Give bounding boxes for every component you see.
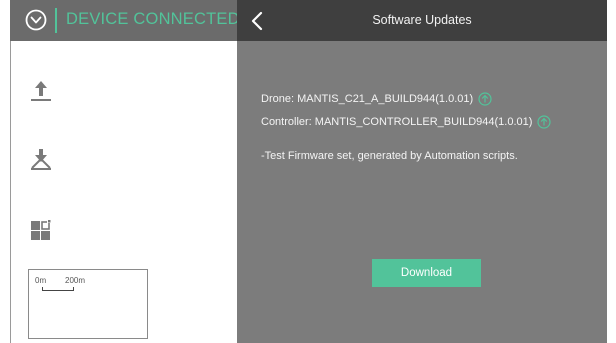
connection-status-text: DEVICE CONNECTED — [66, 10, 240, 28]
app-frame: DEVICE CONNECTED Software Updates 0m 200… — [10, 0, 607, 343]
scale-start-label: 0m — [35, 276, 47, 285]
scale-end-label: 200m — [65, 276, 86, 285]
apps-grid-icon[interactable] — [30, 218, 52, 242]
takeoff-icon[interactable] — [30, 79, 52, 103]
map-minimap[interactable]: 0m 200m — [28, 269, 148, 339]
status-bar: DEVICE CONNECTED — [10, 0, 240, 41]
scale-bar — [42, 287, 74, 291]
status-divider — [55, 8, 57, 33]
page-title: Software Updates — [372, 13, 472, 27]
drone-update-row: Drone: MANTIS_C21_A_BUILD944(1.0.01) — [261, 92, 492, 106]
controller-update-row: Controller: MANTIS_CONTROLLER_BUILD944(1… — [261, 115, 552, 129]
drone-version-text: Drone: MANTIS_C21_A_BUILD944(1.0.01) — [261, 93, 474, 105]
upload-arrow-icon[interactable] — [478, 92, 492, 106]
updates-panel: Drone: MANTIS_C21_A_BUILD944(1.0.01) Con… — [237, 41, 607, 343]
landing-icon[interactable] — [30, 148, 52, 172]
download-button[interactable]: Download — [372, 259, 481, 287]
title-bar: Software Updates — [237, 0, 607, 41]
controller-version-text: Controller: MANTIS_CONTROLLER_BUILD944(1… — [261, 116, 533, 128]
sidebar: 0m 200m — [10, 41, 237, 343]
upload-arrow-icon[interactable] — [537, 115, 552, 129]
firmware-note: -Test Firmware set, generated by Automat… — [261, 150, 518, 162]
connection-status-icon[interactable] — [25, 9, 47, 31]
